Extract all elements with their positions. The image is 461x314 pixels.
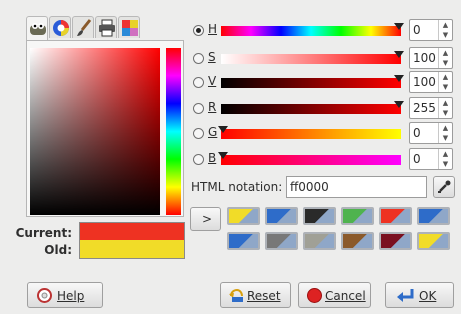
slider-v[interactable] [221,75,404,88]
history-swatch[interactable] [341,207,374,225]
history-swatch[interactable] [303,232,336,250]
spin-b[interactable]: 0 ▲ ▼ [409,148,453,170]
eyedropper-icon [438,180,451,193]
cancel-stop-icon [307,288,322,303]
spin-value: 100 [413,75,436,89]
slider-marker [218,126,228,133]
help-lifebuoy-icon [37,288,52,303]
spin-value: 100 [413,51,436,65]
history-swatch[interactable] [379,232,412,250]
spin-value: 255 [413,101,436,115]
html-notation-label: HTML notation: [191,180,283,194]
slider-g[interactable] [218,126,401,139]
ok-label: OK [419,289,437,303]
help-label: Help [57,289,85,303]
reset-button[interactable]: Reset [220,282,291,308]
history-swatch[interactable] [341,232,374,250]
current-color-swatch [80,223,184,240]
palette-swatches-icon [122,20,138,36]
old-color-label: Old: [44,243,72,257]
history-swatch[interactable] [265,207,298,225]
tab-gimp-selector[interactable] [26,16,48,41]
label-g: G [208,125,218,139]
reset-label: Reset [247,289,281,303]
history-swatch[interactable] [417,207,450,225]
slider-r[interactable] [221,101,404,114]
label-h: H [208,22,218,36]
spin-value: 0 [413,126,421,140]
color-picker-button[interactable] [433,176,455,198]
tab-palette-selector[interactable] [118,16,140,38]
spin-value: 0 [413,152,421,166]
history-toggle-button[interactable]: > [190,207,221,231]
slider-s[interactable] [221,51,404,64]
slider-marker [394,75,404,82]
radio-r[interactable] [193,103,204,114]
history-swatch[interactable] [379,207,412,225]
paintbrush-icon [77,19,92,36]
tab-cmyk-selector[interactable] [95,16,117,38]
radio-h[interactable] [193,25,204,36]
history-swatch[interactable] [303,207,336,225]
printer-cmyk-icon [99,19,115,37]
old-color-swatch[interactable] [80,240,184,258]
gimp-wilber-icon [30,23,46,35]
radio-v[interactable] [193,77,204,88]
cancel-label: Cancel [325,289,366,303]
hue-strip[interactable] [166,48,181,215]
tab-watercolor-selector[interactable] [72,16,94,38]
spin-s[interactable]: 100 ▲ ▼ [409,47,453,69]
spin-value: 0 [413,23,421,37]
current-color-label: Current: [15,226,72,240]
spin-r[interactable]: 255 ▲ ▼ [409,97,453,119]
reset-undo-icon [229,288,243,302]
label-b: B [208,151,217,165]
spin-g[interactable]: 0 ▲ ▼ [409,122,453,144]
radio-g[interactable] [193,128,204,139]
slider-marker [218,152,228,159]
saturation-value-square[interactable] [30,48,160,215]
color-compare [79,222,185,259]
radio-s[interactable] [193,53,204,64]
label-s: S [208,50,216,64]
spin-v[interactable]: 100 ▲ ▼ [409,71,453,93]
ok-button[interactable]: OK [385,282,454,308]
color-selection-area [26,40,184,217]
html-notation-value: ff0000 [290,180,329,194]
history-swatch[interactable] [417,232,450,250]
history-swatch[interactable] [227,207,260,225]
history-swatch[interactable] [265,232,298,250]
color-wheel-icon [53,20,69,36]
history-toggle-label: > [202,212,213,226]
spin-h[interactable]: 0 ▲ ▼ [409,19,453,41]
radio-b[interactable] [193,154,204,165]
slider-marker [394,23,404,30]
color-selector-tabs [26,16,144,41]
slider-b[interactable] [218,152,401,165]
spin-arrows-icon[interactable]: ▲ ▼ [438,149,452,169]
label-r: R [208,100,217,114]
help-button[interactable]: Help [27,282,103,308]
ok-enter-arrow-icon [397,289,414,302]
spin-arrows-icon[interactable]: ▲ ▼ [438,48,452,68]
tab-wheel-selector[interactable] [49,16,71,38]
label-v: V [208,74,217,88]
spin-arrows-icon[interactable]: ▲ ▼ [438,123,452,143]
spin-arrows-icon[interactable]: ▲ ▼ [438,98,452,118]
slider-h[interactable] [221,23,404,36]
cancel-button[interactable]: Cancel [298,282,371,308]
spin-arrows-icon[interactable]: ▲ ▼ [438,20,452,40]
slider-marker [394,51,404,58]
slider-marker [394,101,404,108]
html-notation-input[interactable]: ff0000 [286,176,427,198]
spin-arrows-icon[interactable]: ▲ ▼ [438,72,452,92]
history-swatch[interactable] [227,232,260,250]
